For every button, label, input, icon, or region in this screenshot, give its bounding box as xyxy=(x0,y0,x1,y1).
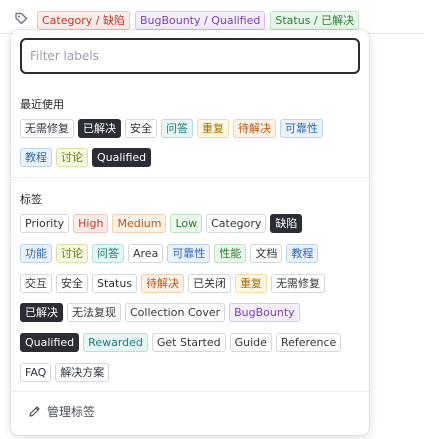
label-chip[interactable]: 讨论 xyxy=(56,148,88,167)
divider xyxy=(11,177,369,178)
label-chip[interactable]: 无需修复 xyxy=(271,274,326,293)
label-chip[interactable]: FAQ xyxy=(20,363,52,382)
label-chip[interactable]: 教程 xyxy=(286,244,319,263)
divider xyxy=(11,391,369,392)
label-chip[interactable]: 重复 xyxy=(197,119,229,138)
filter-labels-input[interactable] xyxy=(20,38,360,74)
label-chip[interactable]: BugBounty / Qualified xyxy=(134,11,266,30)
label-chip[interactable]: 待解决 xyxy=(141,274,185,293)
tag-icon[interactable] xyxy=(14,12,28,26)
label-chip[interactable]: 教程 xyxy=(20,148,52,167)
label-chip[interactable]: 安全 xyxy=(125,119,157,138)
label-chip[interactable]: Reference xyxy=(275,333,342,352)
label-chip[interactable]: 讨论 xyxy=(56,244,88,263)
label-chip[interactable]: 功能 xyxy=(20,244,52,263)
labels-row: 已解决 无法复现 Collection Cover BugBounty xyxy=(20,303,300,322)
label-chip[interactable]: Guide xyxy=(229,333,272,352)
label-chip[interactable]: Priority xyxy=(20,214,70,233)
label-chip[interactable]: Category / 缺陷 xyxy=(37,11,130,30)
label-chip[interactable]: 无法复现 xyxy=(67,303,121,322)
labels-row: 功能 讨论 问答 Area 可靠性 性能 文档 教程 xyxy=(20,244,319,263)
labels-section-title: 标签 xyxy=(20,193,42,206)
label-chip[interactable]: Rewarded xyxy=(83,333,148,352)
label-chip[interactable]: Low xyxy=(170,214,203,233)
label-chip[interactable]: Get Started xyxy=(151,333,226,352)
label-chip[interactable]: 已解决 xyxy=(78,119,121,138)
labels-row: Qualified Rewarded Get Started Guide Referen… xyxy=(20,333,342,352)
labels-row: FAQ 解决方案 xyxy=(20,363,110,382)
label-chip[interactable]: Qualified xyxy=(92,148,152,167)
label-chip[interactable]: 性能 xyxy=(214,244,247,263)
manage-labels-label: 管理标签 xyxy=(47,405,96,419)
applied-labels: Category / 缺陷 BugBounty / Qualified Status… xyxy=(37,11,360,30)
label-chip[interactable]: 问答 xyxy=(92,244,124,263)
label-chip[interactable]: Qualified xyxy=(20,333,80,352)
label-chip[interactable]: 可靠性 xyxy=(167,244,211,263)
label-chip[interactable]: Collection Cover xyxy=(125,303,226,322)
label-chip[interactable]: 解决方案 xyxy=(55,363,110,382)
label-chip[interactable]: 重复 xyxy=(235,274,268,293)
label-picker-popover: 最近使用 无需修复已解决安全问答重复待解决可靠性 教程讨论Qualified 标… xyxy=(11,30,369,435)
label-chip[interactable]: 问答 xyxy=(161,119,193,138)
label-chip[interactable]: 可靠性 xyxy=(280,119,323,138)
label-chip[interactable]: High xyxy=(73,214,109,233)
label-chip[interactable]: 已解决 xyxy=(20,303,63,322)
recent-labels-row: 无需修复 已解决 安全 问答 重复 待解决 可靠性 xyxy=(20,119,323,138)
label-chip[interactable]: Category xyxy=(206,214,267,233)
recent-labels-row: 教程 讨论 Qualified xyxy=(20,148,152,167)
label-chip[interactable]: 已关闭 xyxy=(188,274,232,293)
pencil-icon xyxy=(29,406,40,417)
manage-labels-button[interactable]: 管理标签 xyxy=(28,403,95,420)
label-chip[interactable]: 交互 xyxy=(20,274,52,293)
label-chip[interactable]: 无需修复 xyxy=(20,119,74,138)
label-chip[interactable]: Medium xyxy=(112,214,167,233)
label-chip[interactable]: 缺陷 xyxy=(270,214,303,233)
label-chip[interactable]: BugBounty xyxy=(229,303,300,322)
label-chip[interactable]: Status xyxy=(92,274,138,293)
label-chip[interactable]: 文档 xyxy=(250,244,283,263)
label-chip[interactable]: 安全 xyxy=(56,274,88,293)
labels-row: 交互 安全 Status 待解决 已关闭 重复 无需修复 xyxy=(20,274,326,293)
label-chip[interactable]: Status / 已解决 xyxy=(270,11,360,30)
label-chip[interactable]: 待解决 xyxy=(233,119,276,138)
label-chip[interactable]: Area xyxy=(128,244,164,263)
recent-section-title: 最近使用 xyxy=(20,98,64,111)
labels-row: Priority High Medium Low Category 缺陷 xyxy=(20,214,303,233)
